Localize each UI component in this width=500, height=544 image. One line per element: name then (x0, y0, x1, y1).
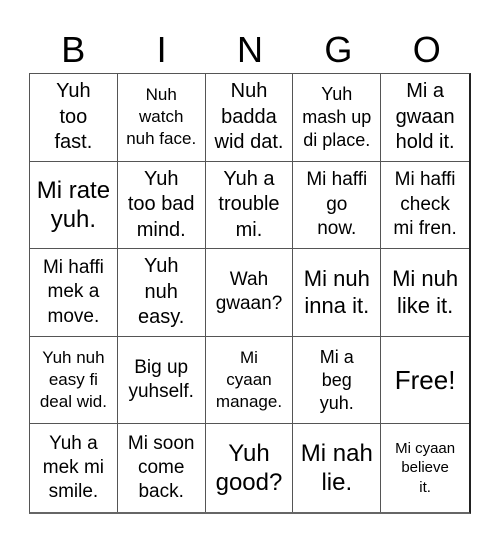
bingo-cell[interactable]: Big up yuhself. (117, 336, 206, 425)
header-letter-b: B (61, 29, 86, 70)
bingo-cell[interactable]: Mi haffi mek a move. (30, 249, 118, 337)
bingo-cell[interactable]: Nuh badda wid dat. (205, 74, 294, 162)
bingo-cell[interactable]: Yuh a mek mi smile. (30, 424, 118, 512)
bingo-cell[interactable]: Mi a beg yuh. (293, 336, 382, 425)
bingo-cell[interactable]: Yuh mash up di place. (293, 74, 382, 162)
header-letter-i: I (156, 29, 167, 70)
bingo-cell[interactable]: Wah gwaan? (205, 249, 294, 337)
bingo-header: B I N G O (29, 28, 471, 72)
bingo-cell[interactable]: Yuh too fast. (30, 74, 118, 162)
bingo-cell[interactable]: Mi nuh inna it. (293, 249, 382, 337)
bingo-cell[interactable]: Mi nuh like it. (381, 249, 469, 337)
bingo-cell[interactable]: Yuh good? (206, 424, 294, 512)
bingo-cell[interactable]: Mi haffi go now. (293, 161, 382, 250)
header-letter-o: O (412, 29, 441, 70)
bingo-cell[interactable]: Mi haffi check mi fren. (381, 162, 469, 250)
bingo-cell[interactable]: Yuh a trouble mi. (205, 161, 294, 250)
bingo-cell[interactable]: Yuh too bad mind. (117, 161, 206, 250)
bingo-cell[interactable]: Mi rate yuh. (30, 161, 118, 250)
bingo-cell[interactable]: Mi soon come back. (118, 424, 206, 512)
header-letter-g: G (324, 29, 353, 70)
bingo-cell[interactable]: Yuh nuh easy fi deal wid. (30, 336, 118, 425)
header-letter-n: N (236, 29, 263, 70)
bingo-cell[interactable]: Mi cyaan believe it. (381, 424, 469, 512)
bingo-cell[interactable]: Yuh nuh easy. (117, 249, 206, 337)
free-cell[interactable]: Free! (381, 337, 469, 425)
bingo-cell[interactable]: Mi nah lie. (293, 424, 382, 512)
bingo-cell[interactable]: Mi cyaan manage. (205, 336, 294, 425)
bingo-cell[interactable]: Nuh watch nuh face. (117, 74, 206, 162)
bingo-board: Yuh too fast. Nuh watch nuh face. Nuh ba… (29, 73, 471, 514)
bingo-cell[interactable]: Mi a gwaan hold it. (381, 74, 469, 162)
